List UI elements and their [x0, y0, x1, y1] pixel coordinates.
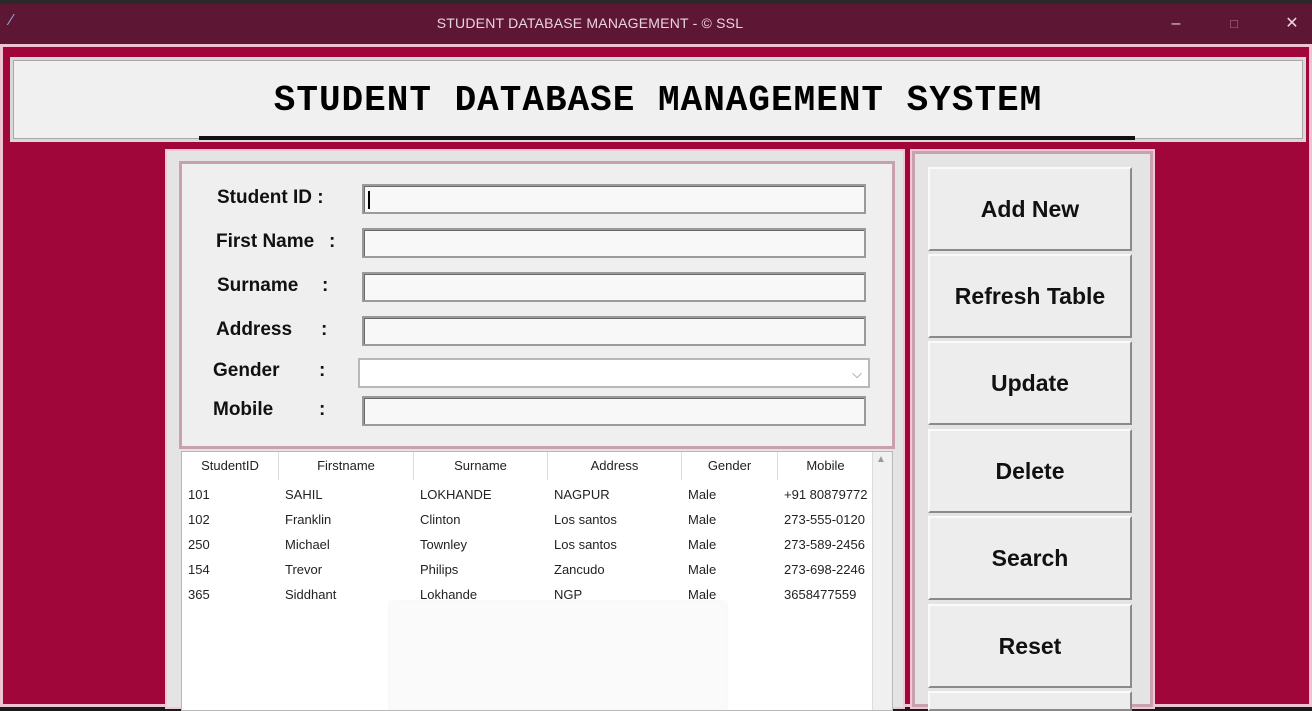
- cell-firstname: Siddhant: [285, 587, 337, 602]
- refresh-table-button[interactable]: Refresh Table: [928, 254, 1132, 338]
- button-panel: Add New Refresh Table Update Delete Sear…: [910, 149, 1155, 711]
- column-header-gender[interactable]: Gender: [682, 452, 778, 480]
- header-panel: STUDENT DATABASE MANAGEMENT SYSTEM: [10, 57, 1306, 142]
- text-caret: [368, 191, 370, 209]
- address-input[interactable]: [362, 316, 866, 346]
- reset-button[interactable]: Reset: [928, 604, 1132, 688]
- first-name-input[interactable]: [362, 228, 866, 258]
- address-label: Address: [216, 319, 293, 340]
- column-header-address[interactable]: Address: [548, 452, 682, 480]
- cell-firstname: Franklin: [285, 512, 332, 527]
- cell-address: Los santos: [554, 512, 617, 527]
- student-form: Student ID : First Name : Surname : Addr…: [179, 161, 895, 449]
- cell-mobile: +91 80879772: [784, 487, 868, 502]
- cell-address: Zancudo: [554, 562, 605, 577]
- cell-gender: Male: [688, 487, 717, 502]
- cell-surname: Clinton: [420, 512, 461, 527]
- gender-label: Gender: [213, 360, 280, 381]
- cell-gender: Male: [688, 537, 717, 552]
- mobile-colon: :: [319, 399, 326, 420]
- address-colon: :: [321, 319, 328, 340]
- first-name-colon: :: [329, 231, 336, 252]
- cell-mobile: 273-698-2246: [784, 562, 865, 577]
- close-button[interactable]: ✕: [1272, 10, 1312, 38]
- cell-studentid: 250: [188, 537, 210, 552]
- column-header-surname[interactable]: Surname: [414, 452, 548, 480]
- cell-mobile: 3658477559: [784, 587, 857, 602]
- student-table[interactable]: StudentID Firstname Surname Address Gend…: [181, 451, 893, 711]
- student-id-input[interactable]: [362, 184, 866, 214]
- column-header-mobile[interactable]: Mobile: [778, 452, 874, 480]
- column-header-studentid[interactable]: StudentID: [182, 452, 279, 480]
- maximize-button[interactable]: □: [1214, 10, 1254, 38]
- title-underline: [199, 136, 1135, 140]
- page-title: STUDENT DATABASE MANAGEMENT SYSTEM: [273, 80, 1043, 121]
- minimize-button[interactable]: –: [1156, 10, 1196, 38]
- surname-input[interactable]: [362, 272, 866, 302]
- scroll-up-arrow-icon[interactable]: ▲: [876, 454, 886, 465]
- chevron-down-icon: ⌵: [852, 366, 862, 381]
- blank-overlay: [390, 602, 726, 710]
- form-panel: Student ID : First Name : Surname : Addr…: [165, 149, 905, 711]
- partial-button[interactable]: [928, 691, 1132, 711]
- cell-studentid: 102: [188, 512, 210, 527]
- cell-surname: Philips: [420, 562, 459, 577]
- cell-address: Los santos: [554, 537, 617, 552]
- window-title: STUDENT DATABASE MANAGEMENT - © SSL: [436, 15, 744, 31]
- cell-firstname: Trevor: [285, 562, 323, 577]
- cell-gender: Male: [688, 562, 717, 577]
- cell-address: NAGPUR: [554, 487, 610, 502]
- cell-mobile: 273-589-2456: [784, 537, 865, 552]
- first-name-label: First Name: [216, 231, 315, 252]
- cell-studentid: 365: [188, 587, 210, 602]
- add-new-button[interactable]: Add New: [928, 167, 1132, 251]
- cell-firstname: SAHIL: [285, 487, 323, 502]
- cell-gender: Male: [688, 512, 717, 527]
- column-header-firstname[interactable]: Firstname: [279, 452, 414, 480]
- surname-colon: :: [322, 275, 329, 296]
- table-scrollbar[interactable]: ▲: [872, 452, 892, 710]
- delete-button[interactable]: Delete: [928, 429, 1132, 513]
- cell-surname: Townley: [420, 537, 467, 552]
- cell-surname: Lokhande: [420, 587, 478, 602]
- gender-colon: :: [319, 360, 326, 381]
- mobile-label: Mobile: [213, 399, 274, 420]
- mobile-input[interactable]: [362, 396, 866, 426]
- cell-address: NGP: [554, 587, 583, 602]
- title-bar: ⁄ STUDENT DATABASE MANAGEMENT - © SSL – …: [0, 4, 1312, 44]
- student-id-label: Student ID :: [217, 187, 324, 208]
- cell-studentid: 101: [188, 487, 210, 502]
- app-window: STUDENT DATABASE MANAGEMENT SYSTEM Stude…: [0, 44, 1312, 711]
- gender-select[interactable]: ⌵: [358, 358, 870, 388]
- cell-firstname: Michael: [285, 537, 330, 552]
- cell-gender: Male: [688, 587, 717, 602]
- cell-surname: LOKHANDE: [420, 487, 492, 502]
- search-button[interactable]: Search: [928, 516, 1132, 600]
- cell-mobile: 273-555-0120: [784, 512, 865, 527]
- surname-label: Surname: [217, 275, 299, 296]
- update-button[interactable]: Update: [928, 341, 1132, 425]
- cell-studentid: 154: [188, 562, 210, 577]
